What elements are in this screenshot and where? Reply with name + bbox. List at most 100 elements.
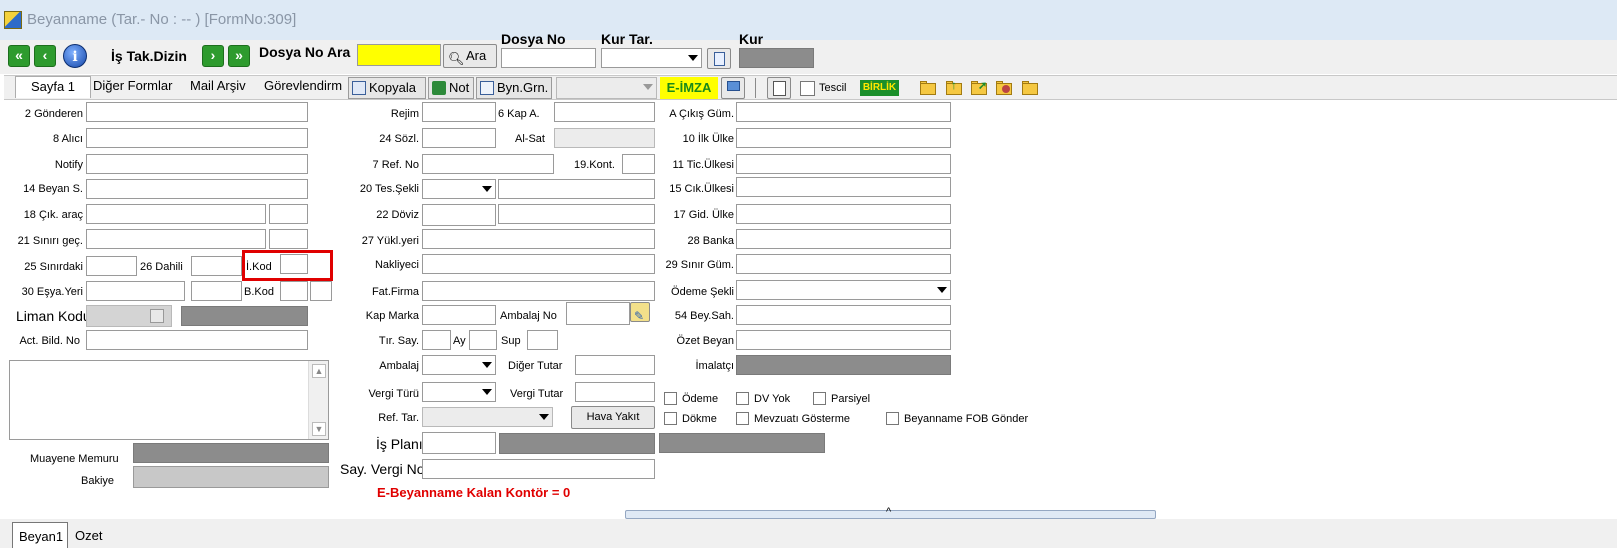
tes-sekli-select[interactable] (422, 179, 496, 199)
vergi-turu-select[interactable] (422, 382, 496, 402)
kont-input[interactable] (622, 154, 655, 174)
tab-beyan1[interactable]: Beyan1 (12, 522, 68, 548)
notes-textarea[interactable]: ▲ ▼ (9, 360, 329, 440)
sozl-input[interactable] (422, 128, 496, 148)
kap-a-input[interactable] (554, 102, 655, 122)
cik-arac-input[interactable] (86, 204, 266, 224)
sinirdaki-input[interactable] (86, 256, 137, 276)
folder-users-icon[interactable] (994, 78, 1014, 98)
first-record-icon[interactable]: « (8, 45, 30, 67)
is-plani-input[interactable] (422, 432, 496, 454)
siniri-gec-code-input[interactable] (269, 229, 308, 249)
folder-upload-icon[interactable]: ↑ (944, 78, 964, 98)
ara-button[interactable]: 🔍︎ Ara (443, 44, 497, 68)
esya-yeri-input[interactable] (86, 281, 185, 301)
dv-yok-checkbox[interactable] (736, 392, 749, 405)
ambalaj-no-label: Ambalaj No (500, 310, 557, 322)
next-record-icon[interactable]: › (202, 45, 224, 67)
kur-doc-button[interactable] (707, 48, 731, 69)
liman-kodu-desc (181, 306, 308, 326)
tab-diger-formlar[interactable]: Diğer Formlar (93, 78, 175, 93)
prev-record-icon[interactable]: ‹ (34, 45, 56, 67)
ref-tar-select[interactable] (422, 407, 553, 427)
say-vergi-no-input[interactable] (422, 459, 655, 479)
textarea-scrollbar[interactable]: ▲ ▼ (308, 361, 328, 439)
rejim-input[interactable] (422, 102, 496, 122)
tab-mail-arsiv[interactable]: Mail Arşiv (190, 78, 246, 93)
alici-input[interactable] (86, 128, 308, 148)
vergi-turu-label: Vergi Türü (368, 388, 419, 400)
info-icon[interactable]: i (63, 44, 87, 68)
cik-arac-code-input[interactable] (269, 204, 308, 224)
ambalaj-select[interactable] (422, 355, 496, 375)
ambalaj-no-edit-button[interactable]: ✎ (630, 302, 650, 323)
dosya-no-input[interactable] (501, 48, 596, 68)
kopyala-button[interactable]: Kopyala (348, 77, 426, 99)
nakliyeci-input[interactable] (422, 254, 655, 274)
dahili-input[interactable] (191, 256, 242, 276)
cikis-gum-input[interactable] (736, 102, 951, 122)
tes-sekli-desc-input[interactable] (498, 179, 655, 199)
scroll-up-icon[interactable]: ▲ (312, 364, 326, 378)
bey-sah-input[interactable] (736, 305, 951, 325)
tab-sayfa1[interactable]: Sayfa 1 (15, 76, 91, 98)
sinir-gum-input[interactable] (736, 254, 951, 274)
notify-input[interactable] (86, 154, 308, 174)
panel-splitter[interactable]: ^ (625, 506, 1156, 519)
is-tak-dizin-label[interactable]: İş Tak.Dizin (111, 48, 187, 64)
odeme-sekli-label: Ödeme Şekli (671, 286, 734, 298)
siniri-gec-input[interactable] (86, 229, 266, 249)
odeme-checkbox[interactable] (664, 392, 677, 405)
banka-input[interactable] (736, 229, 951, 249)
doviz-desc-input[interactable] (498, 204, 655, 224)
tab-ozet[interactable]: Ozet (75, 528, 102, 543)
esya-yeri-code-input[interactable] (191, 281, 242, 301)
e-imza-button[interactable]: E-İMZA (660, 77, 718, 99)
fat-firma-input[interactable] (422, 281, 655, 301)
parsiyel-checkbox[interactable] (813, 392, 826, 405)
cik-ulkesi-input[interactable] (736, 177, 951, 197)
b-kod-extra-input[interactable] (310, 281, 332, 301)
diger-tutar-input[interactable] (575, 355, 655, 375)
yukl-yeri-input[interactable] (422, 229, 655, 249)
hava-yakit-button[interactable]: Hava Yakıt (571, 406, 655, 429)
alici-label: 8 Alıcı (53, 133, 83, 145)
tir-say-input[interactable] (422, 330, 451, 350)
ay-input[interactable] (469, 330, 497, 350)
gonderen-input[interactable] (86, 102, 308, 122)
folder-export-icon[interactable]: ➚ (969, 78, 989, 98)
preview-button[interactable] (767, 77, 791, 99)
kur-tar-select[interactable] (601, 48, 702, 68)
dokme-checkbox[interactable] (664, 412, 677, 425)
birlik-logo[interactable]: BİRLİK (860, 80, 899, 96)
gid-ulke-input[interactable] (736, 204, 951, 224)
doviz-input[interactable] (422, 204, 496, 226)
byn-grn-button[interactable]: Byn.Grn. (476, 77, 552, 99)
tic-ulkesi-input[interactable] (736, 154, 951, 174)
ambalaj-no-input[interactable] (566, 302, 630, 325)
sup-input[interactable] (527, 330, 558, 350)
kap-marka-input[interactable] (422, 305, 496, 325)
computer-button[interactable] (721, 77, 745, 99)
tescil-checkbox[interactable] (800, 81, 815, 96)
liman-kodu-combo[interactable] (86, 305, 172, 327)
vergi-tutar-input[interactable] (575, 382, 655, 402)
folder-open-icon[interactable] (1020, 78, 1040, 98)
b-kod-input[interactable] (280, 281, 308, 301)
ref-no-input[interactable] (422, 154, 554, 174)
chevron-up-icon[interactable]: ^ (886, 506, 891, 518)
not-button[interactable]: Not (428, 77, 474, 99)
folder-icon[interactable] (918, 78, 938, 98)
scroll-down-icon[interactable]: ▼ (312, 422, 326, 436)
last-record-icon[interactable]: » (228, 45, 250, 67)
mevzuati-checkbox[interactable] (736, 412, 749, 425)
ozet-beyan-input[interactable] (736, 330, 951, 350)
beyan-s-input[interactable] (86, 179, 308, 199)
dosya-no-ara-input[interactable] (357, 44, 441, 66)
ilk-ulke-input[interactable] (736, 128, 951, 148)
tab-gorevlendirme[interactable]: Görevlendirm (264, 78, 346, 93)
odeme-sekli-select[interactable] (736, 280, 951, 300)
act-bild-no-input[interactable] (86, 330, 308, 350)
form-type-select[interactable] (556, 77, 657, 99)
fob-checkbox[interactable] (886, 412, 899, 425)
